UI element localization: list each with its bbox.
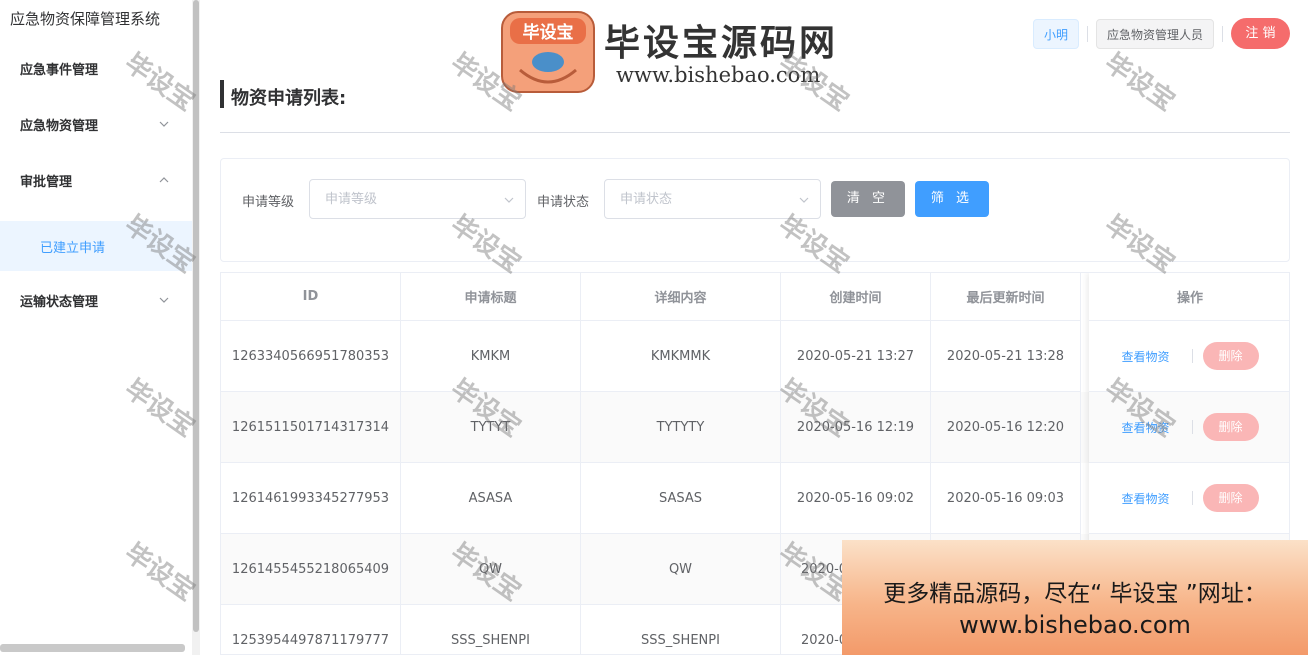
app-title: 应急物资保障管理系统 — [10, 10, 161, 28]
header-divider — [1222, 26, 1223, 42]
sidebar-item-supplies[interactable]: 应急物资管理 — [0, 96, 192, 152]
chevron-up-icon — [159, 177, 169, 183]
status-label: 申请状态 — [537, 195, 590, 210]
column-header-updated: 最后更新时间 — [931, 273, 1081, 321]
delete-button[interactable]: 删除 — [1202, 484, 1259, 512]
status-select[interactable] — [604, 179, 821, 219]
promo-url[interactable]: www.bishebao.com — [842, 611, 1308, 639]
action-divider — [1191, 420, 1193, 434]
chevron-down-icon — [159, 121, 169, 127]
action-divider — [1191, 491, 1193, 505]
view-supplies-link[interactable]: 查看物资 — [1121, 419, 1169, 436]
column-header-actions: 操作 — [1089, 273, 1289, 321]
table-cell-created: 2020-05-16 09:02 — [781, 463, 931, 534]
table-cell-actions: 查看物资 删除 — [1089, 321, 1289, 392]
table-cell-id: 1263340566951780353 — [221, 321, 401, 392]
brand-logo: 毕设宝 — [501, 11, 595, 93]
user-role-badge: 应急物资管理人员 — [1096, 19, 1215, 49]
user-name-badge[interactable]: 小明 — [1033, 19, 1080, 49]
table-cell-detail: KMKMMK — [581, 321, 781, 392]
table-cell-title: ASASA — [401, 463, 581, 534]
table-cell-actions: 查看物资 删除 — [1089, 463, 1289, 534]
chevron-down-icon — [504, 197, 514, 203]
filter-button[interactable]: 筛 选 — [915, 181, 989, 217]
table-cell-title: TYTYT — [401, 392, 581, 463]
table-cell-detail: TYTYTY — [581, 392, 781, 463]
delete-button[interactable]: 删除 — [1202, 413, 1259, 441]
sidebar-item-label: 已建立申请 — [40, 240, 106, 256]
column-header-title: 申请标题 — [401, 273, 581, 321]
chevron-down-icon — [159, 297, 169, 303]
table-cell-updated: 2020-05-21 13:28 — [931, 321, 1081, 392]
sidebar-scrollbar[interactable] — [192, 0, 200, 655]
title-accent-bar — [220, 80, 224, 108]
logout-button[interactable]: 注 销 — [1231, 18, 1290, 49]
column-header-created: 创建时间 — [781, 273, 931, 321]
table-cell-title: QW — [401, 534, 581, 605]
table-cell-id: 1261461993345277953 — [221, 463, 401, 534]
table-cell-actions: 查看物资 删除 — [1089, 392, 1289, 463]
sidebar-item-created-requests[interactable]: 已建立申请 — [0, 221, 192, 271]
watermark: 毕设宝 — [1099, 47, 1181, 118]
level-select-input[interactable] — [310, 180, 525, 218]
scrollbar-thumb[interactable] — [193, 0, 199, 632]
sidebar-item-label: 审批管理 — [20, 174, 73, 190]
sidebar-item-approval[interactable]: 审批管理 — [0, 152, 192, 208]
title-divider — [220, 132, 1290, 133]
promo-text: 更多精品源码，尽在“ 毕设宝 ”网址： — [883, 581, 1267, 607]
clear-button[interactable]: 清 空 — [831, 181, 905, 217]
delete-button[interactable]: 删除 — [1202, 342, 1259, 370]
view-supplies-link[interactable]: 查看物资 — [1121, 490, 1169, 507]
column-header-detail: 详细内容 — [581, 273, 781, 321]
logo-text: 毕设宝 — [523, 22, 574, 43]
table-cell-detail: SASAS — [581, 463, 781, 534]
chevron-down-icon — [799, 197, 809, 203]
sidebar-item-label: 应急事件管理 — [20, 62, 99, 78]
sidebar-item-label: 应急物资管理 — [20, 118, 99, 134]
action-divider — [1191, 349, 1193, 363]
promo-banner[interactable]: 更多精品源码，尽在“ 毕设宝 ”网址： www.bishebao.com — [842, 540, 1308, 655]
table-cell-created: 2020-05-21 13:27 — [781, 321, 931, 392]
table-cell-title: SSS_SHENPI — [401, 605, 581, 654]
table-cell-title: KMKM — [401, 321, 581, 392]
table-cell-created: 2020-05-16 12:19 — [781, 392, 931, 463]
horizontal-scrollbar[interactable] — [0, 644, 185, 652]
sidebar-item-label: 运输状态管理 — [20, 294, 99, 310]
sidebar-item-emergency-events[interactable]: 应急事件管理 — [0, 40, 192, 96]
column-header-id: ID — [221, 273, 401, 321]
sidebar-item-transport-status[interactable]: 运输状态管理 — [0, 272, 192, 328]
table-cell-updated: 2020-05-16 12:20 — [931, 392, 1081, 463]
level-select[interactable] — [309, 179, 526, 219]
brand-url: www.bishebao.com — [616, 63, 821, 87]
sidebar: 应急物资保障管理系统 应急事件管理 应急物资管理 审批管理 已建立申请 运输状态… — [0, 0, 193, 655]
table-cell-id: 1253954497871179777 — [221, 605, 401, 654]
table-cell-id: 1261511501714317314 — [221, 392, 401, 463]
table-cell-updated: 2020-05-16 09:03 — [931, 463, 1081, 534]
status-select-input[interactable] — [605, 180, 820, 218]
view-supplies-link[interactable]: 查看物资 — [1121, 348, 1169, 365]
table-cell-detail: QW — [581, 534, 781, 605]
page-title: 物资申请列表: — [231, 88, 347, 109]
header-divider — [1087, 26, 1088, 42]
brand-name: 毕设宝源码网 — [604, 23, 839, 64]
level-label: 申请等级 — [242, 195, 295, 210]
table-cell-id: 1261455455218065409 — [221, 534, 401, 605]
table-cell-detail: SSS_SHENPI — [581, 605, 781, 654]
